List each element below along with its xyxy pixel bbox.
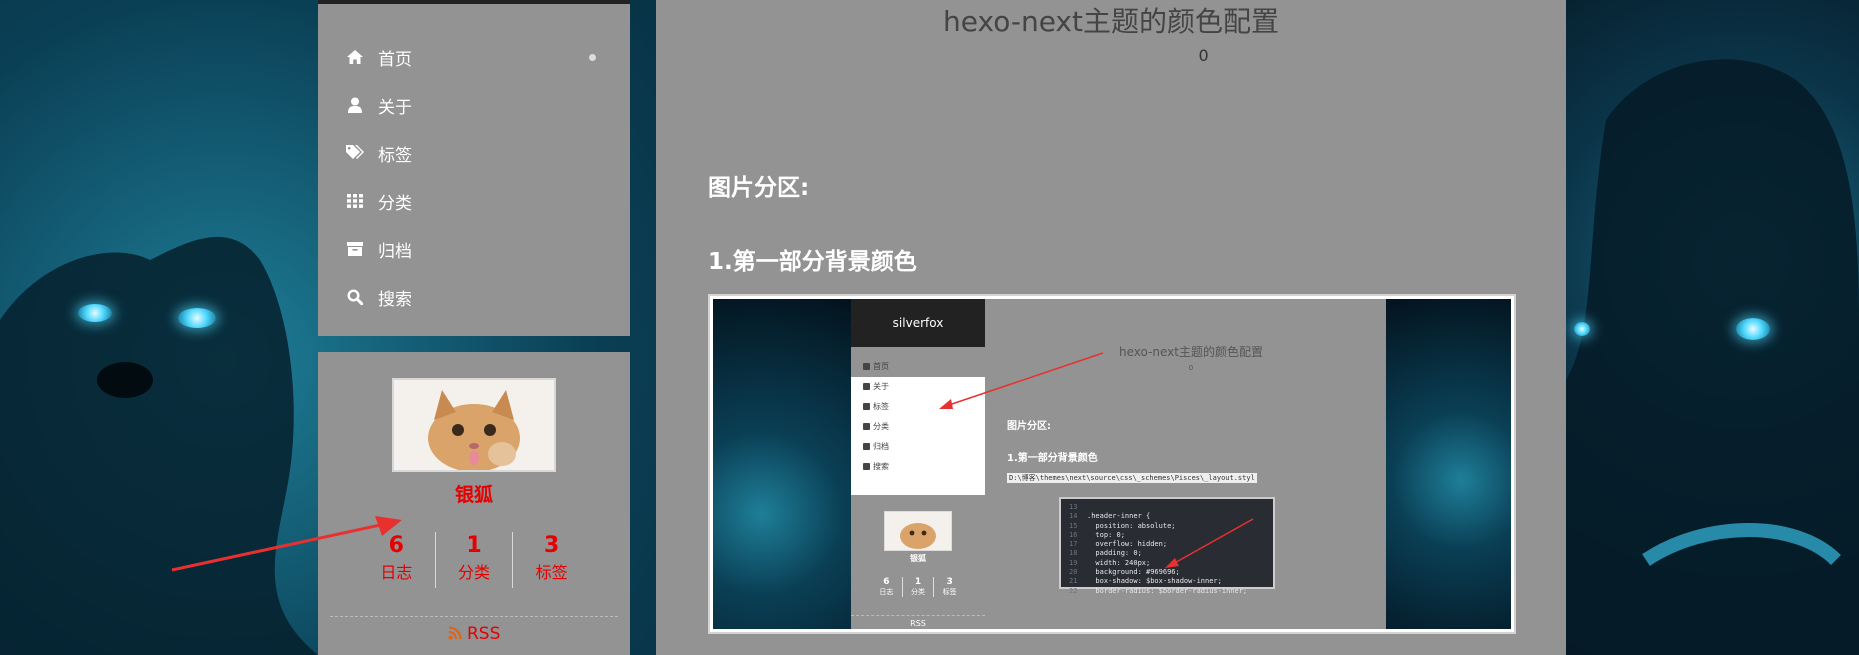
menu-item-search[interactable]: 搜索 bbox=[346, 280, 616, 314]
post-title: hexo-next主题的颜色配置 bbox=[943, 5, 1279, 38]
wolf-eye-right-1 bbox=[1736, 318, 1770, 340]
grid-icon bbox=[346, 192, 364, 210]
menu-item-tags[interactable]: 标签 bbox=[346, 136, 616, 170]
annotation-arrow bbox=[171, 516, 402, 572]
menu-item-label: 首页 bbox=[378, 49, 412, 70]
stat-label: 标签 bbox=[535, 563, 568, 582]
stat-count: 3 bbox=[544, 533, 560, 558]
search-icon bbox=[346, 288, 364, 306]
wolf-right-silhouette bbox=[1566, 59, 1859, 655]
screenshot-annotation-arrows bbox=[939, 352, 1254, 568]
home-icon bbox=[346, 48, 364, 66]
stat-count: 1 bbox=[466, 533, 482, 558]
menu-item-label: 归档 bbox=[378, 241, 412, 262]
screenshot-inner: silverfox 首页 关于 标签 分类 归档 搜索 银狐 6 日志 1 分类 3… bbox=[713, 299, 1511, 629]
divider bbox=[330, 616, 618, 617]
wolf-eye-left-1 bbox=[78, 304, 112, 322]
stat-label: 分类 bbox=[458, 563, 491, 582]
author-name: 银狐 bbox=[454, 484, 493, 506]
rss-link[interactable]: RSS bbox=[318, 624, 630, 644]
tags-icon bbox=[346, 144, 364, 162]
menu-item-label: 标签 bbox=[378, 145, 412, 166]
menu-item-home[interactable]: 首页 bbox=[346, 40, 616, 74]
wolf-left-silhouette bbox=[0, 236, 318, 655]
menu-item-archives[interactable]: 归档 bbox=[346, 232, 616, 266]
archive-icon bbox=[346, 240, 364, 258]
section-heading-1: 图片分区: bbox=[708, 175, 810, 201]
post-meta: 0 bbox=[656, 46, 1566, 65]
sidebar-menu: 首页 关于 标签 分类 归档 搜索 bbox=[318, 0, 630, 336]
rss-icon bbox=[448, 626, 462, 640]
menu-item-label: 搜索 bbox=[378, 289, 412, 310]
menu-item-label: 分类 bbox=[378, 193, 412, 214]
embedded-screenshot: silverfox 首页 关于 标签 分类 归档 搜索 银狐 6 日志 1 分类 3… bbox=[708, 294, 1516, 634]
wolf-eye-right-2 bbox=[1574, 322, 1590, 336]
wolf-eye-left-2 bbox=[178, 308, 216, 328]
stat-tags[interactable]: 3 标签 bbox=[512, 532, 590, 588]
kitten-image bbox=[394, 380, 554, 470]
rss-label: RSS bbox=[467, 624, 501, 644]
menu-item-categories[interactable]: 分类 bbox=[346, 184, 616, 218]
background-wolf-left bbox=[0, 200, 318, 655]
avatar[interactable] bbox=[392, 378, 556, 472]
stat-categories[interactable]: 1 分类 bbox=[434, 532, 513, 588]
post-content: hexo-next主题的颜色配置 0 图片分区: 1.第一部分背景颜色 silv… bbox=[656, 0, 1566, 655]
active-indicator-dot bbox=[589, 54, 596, 61]
section-heading-2: 1.第一部分背景颜色 bbox=[708, 249, 917, 275]
menu-item-about[interactable]: 关于 bbox=[346, 88, 616, 122]
background-right bbox=[1566, 0, 1859, 655]
author-profile: 银狐 6 日志 1 分类 3 标签 RSS bbox=[318, 352, 630, 655]
comment-count[interactable]: 0 bbox=[1198, 46, 1208, 65]
menu-item-label: 关于 bbox=[378, 97, 412, 118]
user-icon bbox=[346, 96, 364, 114]
